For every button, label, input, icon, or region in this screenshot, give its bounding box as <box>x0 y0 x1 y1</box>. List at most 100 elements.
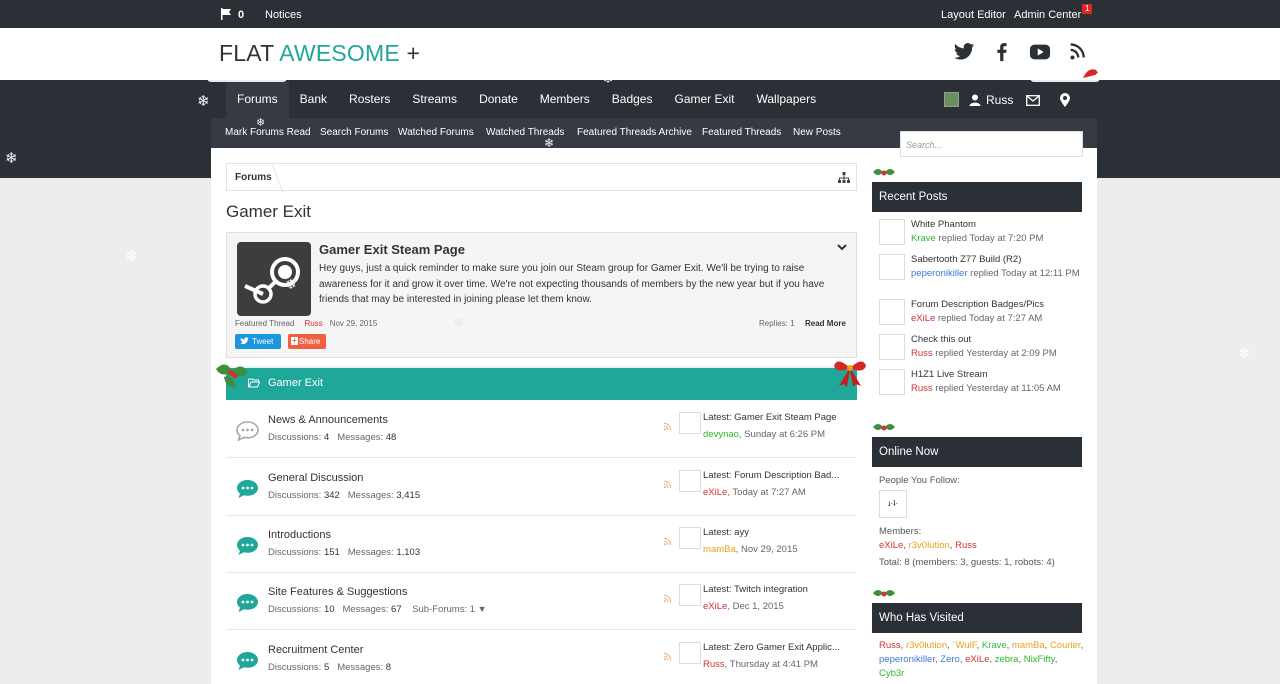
poster-avatar[interactable] <box>879 299 905 325</box>
user-link[interactable]: Courier <box>1050 640 1081 651</box>
facebook-icon[interactable] <box>991 42 1013 62</box>
chevron-down-icon[interactable] <box>836 241 848 253</box>
recent-post-title[interactable]: White Phantom <box>911 219 976 230</box>
search-input[interactable]: Search... <box>900 131 1083 157</box>
poster-avatar[interactable] <box>879 254 905 280</box>
forum-name[interactable]: News & Announcements <box>268 414 388 426</box>
sitemap-icon[interactable] <box>838 172 850 184</box>
read-more-link[interactable]: Read More <box>805 319 846 328</box>
user-link[interactable]: Cyb3r <box>879 668 904 679</box>
recent-post-user[interactable]: peperonikiller <box>911 268 968 279</box>
recent-post-title[interactable]: Check this out <box>911 334 971 345</box>
followed-avatar[interactable]: ɹ·ʇ· <box>879 490 907 518</box>
inbox-icon[interactable] <box>1026 95 1040 106</box>
latest-poster-avatar[interactable] <box>679 412 701 434</box>
tab-rosters[interactable]: Rosters <box>338 82 401 118</box>
latest-poster-avatar[interactable] <box>679 527 701 549</box>
tweet-button[interactable]: Tweet <box>235 334 281 349</box>
category-header[interactable]: Gamer Exit <box>226 366 857 400</box>
user-link[interactable]: eXiLe <box>879 540 903 551</box>
recent-post-title[interactable]: H1Z1 Live Stream <box>911 369 988 380</box>
poster-avatar[interactable] <box>879 334 905 360</box>
featured-archive-link[interactable]: Featured Threads Archive <box>577 127 692 138</box>
featured-author[interactable]: Russ <box>304 319 322 328</box>
user-link[interactable]: zebra <box>995 654 1019 665</box>
user-link[interactable]: eXiLe <box>965 654 989 665</box>
recent-post-user[interactable]: Russ <box>911 383 933 394</box>
user-link[interactable]: peperonikiller <box>879 654 935 665</box>
sub-forums-toggle[interactable]: Sub-Forums: 1 ▼ <box>412 604 486 615</box>
watched-forums-link[interactable]: Watched Forums <box>398 127 474 138</box>
poster-avatar[interactable] <box>879 369 905 395</box>
tab-wallpapers[interactable]: Wallpapers <box>746 82 828 118</box>
user-link[interactable]: `WulF <box>952 640 976 651</box>
latest-thread-link[interactable]: Latest: Zero Gamer Exit Applic... <box>703 642 840 653</box>
user-link[interactable]: Russ <box>879 640 901 651</box>
user-link[interactable]: NixFifty <box>1024 654 1055 665</box>
tab-bank[interactable]: Bank <box>289 82 338 118</box>
rss-icon[interactable] <box>663 594 672 603</box>
rss-icon[interactable] <box>663 652 672 661</box>
latest-thread-link[interactable]: Latest: Twitch integration <box>703 584 808 595</box>
latest-thread-link[interactable]: Latest: ayy <box>703 527 749 538</box>
latest-poster-avatar[interactable] <box>679 584 701 606</box>
latest-user[interactable]: eXiLe <box>703 487 727 498</box>
recent-post-title[interactable]: Sabertooth Z77 Build (R2) <box>911 254 1021 265</box>
tab-gamer-exit[interactable]: Gamer Exit <box>663 82 745 118</box>
recent-post-user[interactable]: Krave <box>911 233 936 244</box>
layout-editor-link[interactable]: Layout Editor <box>941 9 1006 21</box>
tab-forums[interactable]: Forums <box>226 82 289 118</box>
latest-thread-link[interactable]: Latest: Forum Description Bad... <box>703 470 839 481</box>
rss-icon[interactable] <box>663 537 672 546</box>
forum-row[interactable]: Introductions Discussions: 151 Messages: … <box>226 516 857 573</box>
latest-user[interactable]: mamBa <box>703 544 736 555</box>
latest-thread-link[interactable]: Latest: Gamer Exit Steam Page <box>703 412 837 423</box>
notice-count[interactable]: 0 <box>238 9 244 21</box>
flag-icon[interactable] <box>220 8 232 20</box>
user-link[interactable]: Zero <box>940 654 960 665</box>
user-link[interactable]: Krave <box>982 640 1007 651</box>
recent-post-title[interactable]: Forum Description Badges/Pics <box>911 299 1044 310</box>
recent-post-user[interactable]: eXiLe <box>911 313 935 324</box>
steam-logo-thumbnail[interactable] <box>237 242 311 316</box>
tab-donate[interactable]: Donate <box>468 82 529 118</box>
latest-poster-avatar[interactable] <box>679 470 701 492</box>
user-link[interactable]: r3v0lution <box>906 640 947 651</box>
featured-title[interactable]: Gamer Exit Steam Page <box>319 242 465 257</box>
rss-icon[interactable] <box>663 480 672 489</box>
forum-row[interactable]: Recruitment Center Discussions: 5 Message… <box>226 631 857 684</box>
latest-user[interactable]: eXiLe <box>703 601 727 612</box>
notices-link[interactable]: Notices <box>265 9 302 21</box>
rss-icon[interactable] <box>1067 42 1089 62</box>
breadcrumb-forums[interactable]: Forums <box>235 172 272 183</box>
recent-post-user[interactable]: Russ <box>911 348 933 359</box>
new-posts-link[interactable]: New Posts <box>793 127 841 138</box>
forum-row[interactable]: Site Features & Suggestions Discussions: … <box>226 573 857 630</box>
share-button[interactable]: + Share <box>288 334 326 349</box>
user-link[interactable]: mamBa <box>1012 640 1045 651</box>
forum-row[interactable]: General Discussion Discussions: 342 Messa… <box>226 459 857 516</box>
latest-user[interactable]: Russ <box>703 659 725 670</box>
username-link[interactable]: Russ <box>986 93 1013 107</box>
admin-center-link[interactable]: Admin Center <box>1014 9 1081 21</box>
tab-badges[interactable]: Badges <box>601 82 664 118</box>
youtube-icon[interactable] <box>1029 42 1051 62</box>
latest-poster-avatar[interactable] <box>679 642 701 664</box>
forum-name[interactable]: General Discussion <box>268 472 363 484</box>
mark-forums-read-link[interactable]: Mark Forums Read <box>225 127 311 138</box>
forum-name[interactable]: Recruitment Center <box>268 644 363 656</box>
forum-name[interactable]: Introductions <box>268 529 331 541</box>
search-forums-link[interactable]: Search Forums <box>320 127 388 138</box>
tab-streams[interactable]: Streams <box>401 82 468 118</box>
poster-avatar[interactable] <box>879 219 905 245</box>
tab-members[interactable]: Members <box>529 82 601 118</box>
twitter-icon[interactable] <box>953 42 975 62</box>
forum-name[interactable]: Site Features & Suggestions <box>268 586 407 598</box>
user-avatar[interactable] <box>944 92 959 107</box>
user-link[interactable]: r3v0lution <box>909 540 950 551</box>
rss-icon[interactable] <box>663 422 672 431</box>
featured-threads-link[interactable]: Featured Threads <box>702 127 781 138</box>
user-link[interactable]: Russ <box>955 540 977 551</box>
latest-user[interactable]: devynao <box>703 429 739 440</box>
forum-row[interactable]: News & Announcements Discussions: 4 Messa… <box>226 401 857 458</box>
